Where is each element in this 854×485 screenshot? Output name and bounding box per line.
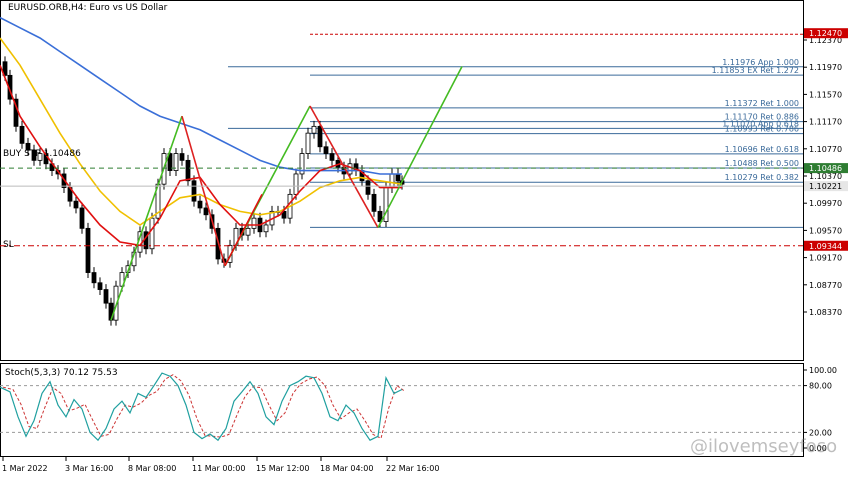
harmonic-leg-xa	[110, 115, 183, 321]
candle-body	[73, 200, 79, 209]
candle-body	[203, 207, 209, 216]
candle-body	[263, 224, 269, 233]
candle-body	[97, 282, 103, 290]
candle-body	[179, 153, 185, 161]
price-tick-label: 1.09570	[809, 226, 842, 235]
harmonic-leg-projection	[377, 66, 463, 229]
price-tick-label: 1.11570	[809, 90, 842, 99]
price-tag-label: 1.10221	[809, 182, 842, 191]
candle-body	[395, 173, 401, 182]
candle-body	[305, 132, 311, 154]
symbol-title: EURUSD.ORB,H4: Euro vs US Dollar	[8, 3, 168, 13]
price-tag-label: 1.12470	[809, 29, 842, 38]
price-tick-label: 1.08770	[809, 281, 842, 290]
price-tick-label: 1.09970	[809, 199, 842, 208]
time-tick-label: 1 Mar 2022	[2, 464, 48, 473]
moving-averages-layer	[0, 16, 403, 247]
watermark: @ilovemseyfoso	[690, 436, 838, 457]
fibo-level-label: 1.10488 Ret 0.500	[725, 159, 799, 168]
harmonic-leg-cd	[309, 105, 379, 229]
fibo-level-label: 1.10993 Ret 0.786	[725, 125, 799, 134]
candle-body	[311, 125, 317, 134]
fibo-level-label: 1.10279 Ret 0.382	[725, 173, 799, 182]
candle-body	[91, 272, 97, 284]
price-tick-label: 1.08370	[809, 308, 842, 317]
time-tick-label: 8 Mar 08:00	[128, 464, 176, 473]
time-tick-label: 22 Mar 16:00	[386, 464, 439, 473]
stoch-main-line	[0, 372, 403, 442]
harmonic-fill-leg	[224, 193, 263, 267]
stoch-title: Stoch(5,3,3) 70.12 75.53	[5, 368, 118, 378]
candle-body	[317, 125, 323, 148]
candle-body	[365, 180, 371, 195]
candle-body	[185, 159, 191, 182]
candle-body	[293, 173, 299, 195]
price-tag-label: 1.09344	[809, 242, 842, 251]
fibo-level-label: 1.11853 EX Ret 1.272	[712, 66, 799, 75]
price-tick-label: 1.11970	[809, 63, 842, 72]
stoch-tick-label: 80.00	[809, 382, 832, 391]
fibo-layer: 1.11976 App 1.0001.11853 EX Ret 1.2721.1…	[228, 58, 803, 228]
fibo-level-label: 1.10696 Ret 0.618	[725, 145, 799, 154]
candle-body	[371, 193, 377, 212]
price-tick-label: 1.09170	[809, 254, 842, 263]
harmonic-pattern-layer	[110, 66, 463, 321]
candle-body	[79, 207, 85, 229]
order-levels-layer	[0, 33, 803, 247]
candle-body	[347, 163, 353, 175]
price-tick-label: 1.11170	[809, 118, 842, 127]
candle-body	[149, 217, 155, 250]
candle-body	[103, 289, 109, 304]
time-tick-label: 11 Mar 00:00	[192, 464, 245, 473]
time-tick-label: 15 Mar 12:00	[256, 464, 309, 473]
price-tick-label: 1.10770	[809, 145, 842, 154]
candle-body	[389, 173, 395, 188]
stoch-panel-frame	[0, 363, 804, 457]
candle-body	[191, 180, 197, 202]
candle-body	[197, 200, 203, 209]
candle-body	[85, 227, 91, 273]
candle-body	[329, 153, 335, 161]
candle-body	[245, 227, 251, 236]
price-tag-label: 1.10486	[809, 164, 842, 173]
stop-loss-label: SL	[3, 240, 14, 250]
time-tick-label: 18 Mar 04:00	[320, 464, 373, 473]
buy-stop-label: BUY STP 1.10486	[3, 149, 81, 159]
price-axis-layer: 1.123701.119701.115701.111701.107701.103…	[803, 28, 848, 317]
price-chart[interactable]: 1.11976 App 1.0001.11853 EX Ret 1.2721.1…	[0, 0, 854, 480]
time-axis-layer: 1 Mar 2022 3 Mar 16:00 8 Mar 08:00 11 Mar 0…	[2, 457, 439, 473]
chart-window[interactable]: 1.11976 App 1.000 1.11853 EX Ret 1.272 1.1…	[0, 0, 854, 480]
candle-body	[323, 146, 329, 154]
fibo-level-label: 1.11372 Ret 1.000	[725, 99, 799, 108]
price-tick-label: 1.10370	[809, 172, 842, 181]
candle-body	[251, 217, 257, 229]
candle-body	[19, 125, 25, 144]
time-tick-label: 3 Mar 16:00	[65, 464, 113, 473]
ma-mid-line	[0, 37, 403, 226]
stoch-tick-label: 100.00	[809, 366, 837, 375]
